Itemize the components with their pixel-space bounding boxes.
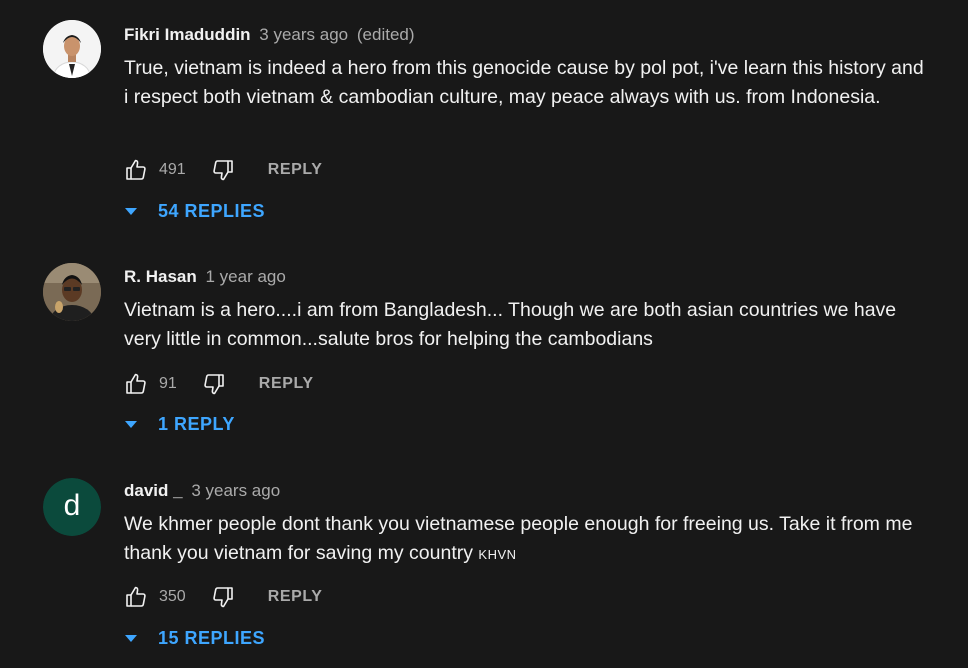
- view-replies-button[interactable]: 1 REPLY: [124, 414, 235, 435]
- comment-text: True, vietnam is indeed a hero from this…: [124, 57, 924, 108]
- comment-header: Fikri Imaduddin 3 years ago (edited): [124, 24, 928, 46]
- like-button[interactable]: [124, 158, 148, 182]
- thumb-up-icon: [126, 373, 146, 394]
- comment-time[interactable]: 3 years ago: [259, 25, 348, 44]
- comment-text: Vietnam is a hero....i am from Banglades…: [124, 299, 897, 350]
- thumb-down-icon: [204, 374, 224, 395]
- thumb-up-icon: [126, 159, 146, 180]
- comment-time[interactable]: 1 year ago: [205, 267, 285, 286]
- author-name[interactable]: Fikri Imaduddin: [124, 25, 251, 44]
- reply-button[interactable]: REPLY: [259, 375, 314, 393]
- caret-down-icon: [125, 208, 137, 215]
- thumb-up-icon: [126, 586, 146, 607]
- reply-button[interactable]: REPLY: [268, 161, 323, 179]
- avatar-letter: d: [63, 489, 81, 522]
- thumb-down-icon: [212, 160, 233, 181]
- comment-time[interactable]: 3 years ago: [191, 481, 280, 500]
- dislike-button[interactable]: [202, 372, 226, 396]
- caret-down-icon: [125, 635, 137, 642]
- thumb-down-icon: [212, 587, 233, 608]
- view-replies-button[interactable]: 54 REPLIES: [124, 201, 265, 222]
- comment-actions: 491 REPLY: [124, 158, 323, 182]
- comment-header: R. Hasan 1 year ago: [124, 266, 928, 288]
- avatar[interactable]: d: [43, 478, 101, 536]
- like-count: 350: [159, 588, 186, 605]
- comment-text-body: We khmer people dont thank you vietnames…: [124, 513, 913, 564]
- comment-text-suffix: KHVN: [478, 547, 517, 562]
- avatar[interactable]: [43, 263, 101, 321]
- like-count: 91: [159, 375, 177, 392]
- edited-label: (edited): [356, 25, 415, 44]
- comment-actions: 350 REPLY: [124, 585, 323, 609]
- replies-label: 54 REPLIES: [158, 201, 266, 221]
- author-name[interactable]: david _: [124, 481, 183, 500]
- comment-text: We khmer people dont thank you vietnames…: [124, 510, 928, 569]
- like-count: 491: [159, 161, 186, 178]
- dislike-button[interactable]: [211, 585, 235, 609]
- reply-button[interactable]: REPLY: [268, 588, 323, 606]
- comment-actions: 91 REPLY: [124, 372, 314, 396]
- avatar[interactable]: [43, 20, 101, 78]
- replies-label: 15 REPLIES: [158, 628, 266, 648]
- author-name[interactable]: R. Hasan: [124, 267, 197, 286]
- view-replies-button[interactable]: 15 REPLIES: [124, 628, 265, 649]
- like-button[interactable]: [124, 585, 148, 609]
- replies-label: 1 REPLY: [158, 414, 235, 434]
- dislike-button[interactable]: [211, 158, 235, 182]
- caret-down-icon: [125, 421, 137, 428]
- like-button[interactable]: [124, 372, 148, 396]
- comment-header: david _ 3 years ago: [124, 480, 928, 502]
